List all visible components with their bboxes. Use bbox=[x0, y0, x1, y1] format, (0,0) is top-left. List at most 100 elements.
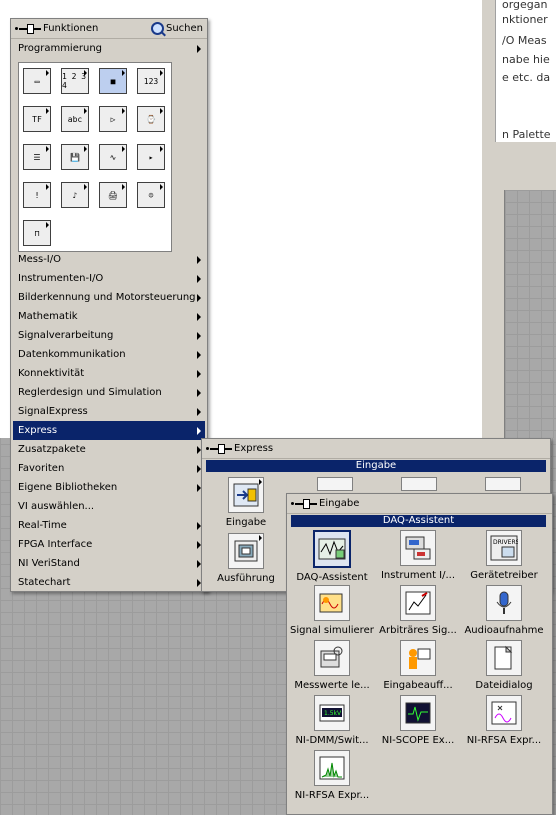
submenu-arrow-icon bbox=[197, 351, 201, 359]
functions-palette[interactable]: Funktionen Suchen Programmierung Mess-I/O… bbox=[10, 18, 208, 592]
palette-title: Funktionen bbox=[43, 23, 99, 34]
search-label: Suchen bbox=[165, 23, 203, 34]
app-control-icon[interactable]: ▸ bbox=[133, 139, 169, 175]
menu-item-real-time[interactable]: Real-Time bbox=[13, 516, 205, 535]
array-icon[interactable]: 1 2 3 4 bbox=[57, 63, 93, 99]
eingabe-item-prompt-user[interactable]: Eingabeauff... bbox=[376, 640, 460, 691]
icon-glyph: ■ bbox=[99, 68, 127, 94]
menu-item-signalexpress[interactable]: SignalExpress bbox=[13, 402, 205, 421]
menu-item-statechart[interactable]: Statechart bbox=[13, 573, 205, 592]
submenu-arrow-icon bbox=[197, 427, 201, 435]
menu-item-favoriten[interactable]: Favoriten bbox=[13, 459, 205, 478]
menu-item-vi-auswählen[interactable]: VI auswählen... bbox=[13, 497, 205, 516]
pushpin-icon[interactable] bbox=[19, 23, 41, 34]
eingabe-palette-titlebar[interactable]: Eingabe bbox=[287, 494, 552, 514]
eingabe-palette[interactable]: Eingabe DAQ-Assistent DAQ-Assistent Instr… bbox=[286, 493, 553, 815]
read-measurement-icon bbox=[314, 640, 350, 676]
synchronization-icon[interactable]: ! bbox=[19, 177, 55, 213]
instrument-icon[interactable]: ⊓ bbox=[19, 215, 55, 251]
icon-glyph: abc bbox=[61, 106, 89, 132]
icon-glyph: ♪ bbox=[61, 182, 89, 208]
input-category-icon bbox=[228, 477, 264, 513]
eingabe-item-rfsa-spectrum[interactable]: NI-RFSA Expr... bbox=[290, 750, 374, 801]
menu-item-bilderkennung-und-motorsteuerung[interactable]: Bilderkennung und Motorsteuerung bbox=[13, 288, 205, 307]
timing-icon[interactable]: ⌚ bbox=[133, 101, 169, 137]
search-icon bbox=[150, 22, 164, 35]
eingabe-item-microphone[interactable]: Audioaufnahme bbox=[462, 585, 546, 636]
menu-item-datenkommunikation[interactable]: Datenkommunikation bbox=[13, 345, 205, 364]
eingabe-item-rfsa[interactable]: NI-RFSA Expr... bbox=[462, 695, 546, 746]
file-io-icon[interactable]: 💾 bbox=[57, 139, 93, 175]
menu-item-reglerdesign-und-simulation[interactable]: Reglerdesign und Simulation bbox=[13, 383, 205, 402]
boolean-icon[interactable]: TF bbox=[19, 101, 55, 137]
eingabe-item-drivers[interactable]: DRIVERS Gerätetreiber bbox=[462, 530, 546, 581]
menu-item-label: Reglerdesign und Simulation bbox=[18, 387, 162, 398]
pushpin-icon[interactable] bbox=[210, 443, 232, 454]
prompt-user-icon bbox=[400, 640, 436, 676]
menu-item-konnektivität[interactable]: Konnektivität bbox=[13, 364, 205, 383]
comparison-icon[interactable]: ▷ bbox=[95, 101, 131, 137]
robot-icon[interactable]: ☺ bbox=[133, 177, 169, 213]
eingabe-item-label: Signal simulieren bbox=[290, 625, 374, 636]
menu-item-instrumenten-i-o[interactable]: Instrumenten-I/O bbox=[13, 269, 205, 288]
graphics-sound-icon[interactable]: ♪ bbox=[57, 177, 93, 213]
express-item-eingabe[interactable]: Eingabe bbox=[204, 477, 288, 528]
submenu-arrow-icon bbox=[197, 294, 201, 302]
numeric-icon[interactable]: 123 bbox=[133, 63, 169, 99]
submenu-arrow-icon bbox=[197, 370, 201, 378]
eingabe-item-label: NI-RFSA Expr... bbox=[294, 790, 370, 801]
pushpin-icon[interactable] bbox=[295, 498, 317, 509]
menu-item-programmierung[interactable]: Programmierung bbox=[13, 39, 205, 58]
menu-item-mathematik[interactable]: Mathematik bbox=[13, 307, 205, 326]
arith-compare-icon[interactable] bbox=[485, 477, 521, 491]
search-button[interactable]: Suchen bbox=[150, 21, 203, 36]
eingabe-item-scope[interactable]: NI-SCOPE Ex... bbox=[376, 695, 460, 746]
functions-palette-titlebar[interactable]: Funktionen Suchen bbox=[11, 19, 207, 39]
eingabe-item-read-measurement[interactable]: Messwerte le... bbox=[290, 640, 374, 691]
menu-item-fpga-interface[interactable]: FPGA Interface bbox=[13, 535, 205, 554]
help-line: n Palette bbox=[502, 128, 551, 141]
menu-item-label: Bilderkennung und Motorsteuerung bbox=[18, 292, 196, 303]
eingabe-item-label: Messwerte le... bbox=[294, 680, 370, 691]
icon-glyph: ☰ bbox=[23, 144, 51, 170]
dialog-icon[interactable]: ☰ bbox=[19, 139, 55, 175]
report-icon[interactable]: 🖨 bbox=[95, 177, 131, 213]
eingabe-item-label: NI-DMM/Swit... bbox=[295, 735, 369, 746]
help-line: /O Meas bbox=[502, 34, 547, 47]
menu-item-label: Favoriten bbox=[18, 463, 65, 474]
menu-item-mess-i-o[interactable]: Mess-I/O bbox=[13, 250, 205, 269]
eingabe-item-label: Gerätetreiber bbox=[470, 570, 538, 581]
cluster-icon[interactable]: ■ bbox=[95, 63, 131, 99]
menu-item-zusatzpakete[interactable]: Zusatzpakete bbox=[13, 440, 205, 459]
structures-icon[interactable]: ▭ bbox=[19, 63, 55, 99]
rfsa-icon bbox=[486, 695, 522, 731]
menu-item-label: NI VeriStand bbox=[18, 558, 80, 569]
icon-glyph: ⊓ bbox=[23, 220, 51, 246]
submenu-arrow-icon bbox=[197, 332, 201, 340]
signal-analysis-icon[interactable] bbox=[317, 477, 353, 491]
icon-glyph: TF bbox=[23, 106, 51, 132]
express-item-ausfuehrung[interactable]: Ausführung bbox=[204, 533, 288, 584]
eingabe-item-simulate-signal[interactable]: Signal simulieren bbox=[290, 585, 374, 636]
waveform-icon[interactable]: ∿ bbox=[95, 139, 131, 175]
icon-glyph: ⌚ bbox=[137, 106, 165, 132]
eingabe-item-daq-assistant[interactable]: DAQ-Assistent bbox=[290, 530, 374, 583]
eingabe-item-instrument-io[interactable]: Instrument I/... bbox=[376, 530, 460, 581]
eingabe-item-arbitrary-signal[interactable]: Arbiträres Sig... bbox=[376, 585, 460, 636]
menu-item-label: Mess-I/O bbox=[18, 254, 61, 265]
express-palette-titlebar[interactable]: Express bbox=[202, 439, 550, 459]
icon-glyph: 💾 bbox=[61, 144, 89, 170]
express-item-label: Ausführung bbox=[217, 573, 275, 584]
string-icon[interactable]: abc bbox=[57, 101, 93, 137]
menu-item-eigene-bibliotheken[interactable]: Eigene Bibliotheken bbox=[13, 478, 205, 497]
output-category-icon[interactable] bbox=[401, 477, 437, 491]
submenu-arrow-icon bbox=[197, 408, 201, 416]
eingabe-item-file-dialog[interactable]: Dateidialog bbox=[462, 640, 546, 691]
menu-item-express[interactable]: Express bbox=[13, 421, 205, 440]
eingabe-item-dmm[interactable]: 1.5kV NI-DMM/Swit... bbox=[290, 695, 374, 746]
icon-glyph: ▭ bbox=[23, 68, 51, 94]
menu-item-label: Instrumenten-I/O bbox=[18, 273, 104, 284]
menu-item-signalverarbeitung[interactable]: Signalverarbeitung bbox=[13, 326, 205, 345]
menu-item-ni-veristand[interactable]: NI VeriStand bbox=[13, 554, 205, 573]
icon-glyph: 123 bbox=[137, 68, 165, 94]
